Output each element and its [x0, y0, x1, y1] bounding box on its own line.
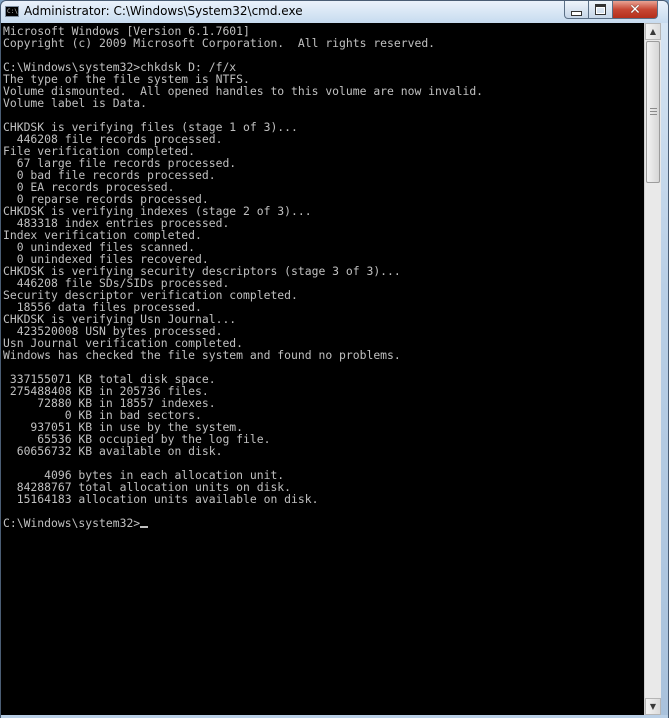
minimize-icon: [571, 10, 582, 16]
scroll-thumb[interactable]: [646, 41, 660, 183]
scroll-down-button[interactable]: ▼: [645, 698, 661, 715]
console-output-area[interactable]: Microsoft Windows [Version 6.1.7601] Copy…: [1, 23, 644, 715]
console-line: Windows has checked the file system and …: [3, 348, 401, 362]
grip-line: [650, 108, 657, 109]
vertical-scrollbar[interactable]: ▲ ▼: [644, 23, 661, 715]
grip-line: [650, 114, 657, 115]
command-prompt[interactable]: C:\Windows\system32>: [3, 517, 644, 529]
maximize-button[interactable]: [588, 1, 613, 19]
console-line: Volume label is Data.: [3, 96, 148, 110]
close-button[interactable]: ✕: [612, 1, 658, 19]
scroll-up-button[interactable]: ▲: [645, 23, 661, 40]
window-title: Administrator: C:\Windows\System32\cmd.e…: [24, 4, 303, 18]
console-line: 60656732 KB available on disk.: [3, 444, 223, 458]
minimize-button[interactable]: [564, 1, 589, 19]
cmd-app-icon[interactable]: C:\: [5, 6, 19, 17]
close-icon: ✕: [629, 1, 641, 18]
text-cursor: [140, 526, 149, 528]
console-text: Microsoft Windows [Version 6.1.7601] Copy…: [1, 23, 644, 529]
grip-line: [650, 111, 657, 112]
cmd-window: C:\ Administrator: C:\Windows\System32\c…: [0, 0, 669, 718]
console-line: Copyright (c) 2009 Microsoft Corporation…: [3, 36, 436, 50]
arrow-up-icon: ▲: [649, 27, 657, 36]
prompt-text: C:\Windows\system32>: [3, 516, 141, 530]
arrow-down-icon: ▼: [649, 702, 657, 711]
maximize-icon: [595, 4, 606, 15]
console-line: 15164183 allocation units available on d…: [3, 492, 319, 506]
